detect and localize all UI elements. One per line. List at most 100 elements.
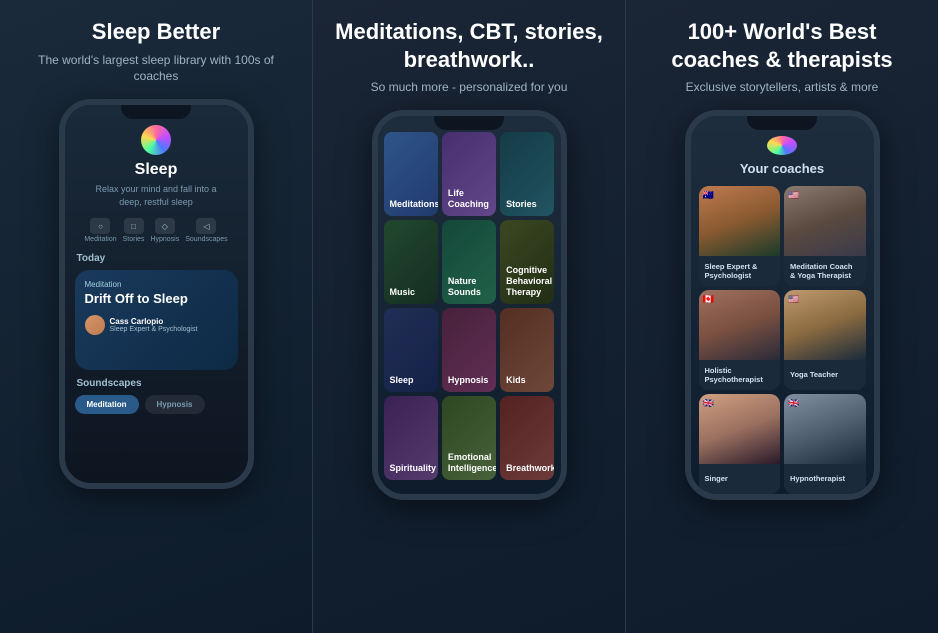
panel-3-header: 100+ World's Best coaches & therapists E… <box>642 18 922 96</box>
category-kids-label: Kids <box>506 375 526 386</box>
phone-3-notch <box>747 116 817 130</box>
flag-1: 🇦🇺 <box>703 190 717 200</box>
coach-card-footer-6: Hypnotherapist <box>784 464 866 494</box>
phone-2-mockup: Meditations Life Coaching Stories Music … <box>372 110 567 500</box>
coach-card-5[interactable]: 🇬🇧 Singer <box>699 394 781 494</box>
card-title: Drift Off to Sleep <box>85 291 228 307</box>
sleep-screen-title: Sleep <box>135 161 178 179</box>
meditation-icon: ○ <box>90 218 110 234</box>
category-breathwork-label: Breathwork <box>506 463 554 474</box>
category-emotional-label: Emotional Intelligence <box>448 452 496 474</box>
coach-card-footer-2: Meditation Coach & Yoga Therapist <box>784 256 866 286</box>
category-naturesounds-label: Nature Sounds <box>448 276 490 298</box>
category-kids[interactable]: Kids <box>500 308 554 392</box>
soundscape-tab-hypnosis[interactable]: Hypnosis <box>145 395 205 414</box>
coach-role-6: Hypnotherapist <box>790 474 845 483</box>
meditation-card[interactable]: Meditation Drift Off to Sleep Cass Carlo… <box>75 270 238 370</box>
flag-2: 🇺🇸 <box>788 190 802 200</box>
panel-1-header: Sleep Better The world's largest sleep l… <box>16 18 296 85</box>
panel-1-subtitle: The world's largest sleep library with 1… <box>16 52 296 86</box>
category-hypnosis[interactable]: Hypnosis <box>442 308 496 392</box>
coach-info: Cass Carlopio Sleep Expert & Psychologis… <box>110 317 198 333</box>
category-spirituality-label: Spirituality <box>390 463 437 474</box>
coach-card-4[interactable]: 🇺🇸 Yoga Teacher <box>784 290 866 390</box>
panel-coaches: 100+ World's Best coaches & therapists E… <box>626 0 938 633</box>
coach-photo-3: 🇨🇦 <box>699 290 781 360</box>
coach-photo-6: 🇬🇧 <box>784 394 866 464</box>
coach-card-footer-3: Holistic Psychotherapist <box>699 360 781 390</box>
categories-grid: Meditations Life Coaching Stories Music … <box>384 132 555 480</box>
coach-row: Cass Carlopio Sleep Expert & Psychologis… <box>85 315 228 335</box>
coach-card-1[interactable]: 🇦🇺 Sleep Expert & Psychologist <box>699 186 781 286</box>
phone-2-content: Meditations Life Coaching Stories Music … <box>378 116 561 494</box>
nav-tab-meditation[interactable]: ○ Meditation <box>84 218 116 243</box>
coach-card-3[interactable]: 🇨🇦 Holistic Psychotherapist <box>699 290 781 390</box>
coach-role-1: Sleep Expert & Psychologist <box>705 262 775 280</box>
nav-tab-soundscapes-label: Soundscapes <box>185 236 227 243</box>
category-spirituality[interactable]: Spirituality <box>384 396 438 480</box>
today-label: Today <box>65 253 106 264</box>
category-naturesounds[interactable]: Nature Sounds <box>442 220 496 304</box>
card-type-label: Meditation <box>85 280 228 289</box>
coach-card-2[interactable]: 🇺🇸 Meditation Coach & Yoga Therapist <box>784 186 866 286</box>
phone-1-mockup: Sleep Relax your mind and fall into a de… <box>59 99 254 489</box>
soundscapes-section-label: Soundscapes <box>65 378 142 389</box>
category-lifecoaching-label: Life Coaching <box>448 188 490 210</box>
orb-icon-3 <box>767 136 797 155</box>
soundscape-tabs-row: Meditation Hypnosis <box>75 395 238 414</box>
nav-tabs-row: ○ Meditation □ Stories ◇ Hypnosis ◁ Soun… <box>84 218 227 243</box>
orb-icon <box>141 125 171 155</box>
phone-3-mockup: Your coaches 🇦🇺 Sleep Expert & Psycholog… <box>685 110 880 500</box>
hypnosis-icon: ◇ <box>155 218 175 234</box>
phone-2-notch <box>434 116 504 130</box>
nav-tab-hypnosis[interactable]: ◇ Hypnosis <box>150 218 179 243</box>
category-music-label: Music <box>390 287 416 298</box>
panel-sleep: Sleep Better The world's largest sleep l… <box>0 0 312 633</box>
panel-categories: Meditations, CBT, stories, breathwork.. … <box>312 0 626 633</box>
coach-photo-5: 🇬🇧 <box>699 394 781 464</box>
category-emotional[interactable]: Emotional Intelligence <box>442 396 496 480</box>
panel-1-title: Sleep Better <box>16 18 296 46</box>
coach-card-footer-4: Yoga Teacher <box>784 360 866 390</box>
coach-card-footer-5: Singer <box>699 464 781 494</box>
soundscape-tab-meditation[interactable]: Meditation <box>75 395 139 414</box>
nav-tab-soundscapes[interactable]: ◁ Soundscapes <box>185 218 227 243</box>
category-stories[interactable]: Stories <box>500 132 554 216</box>
category-music[interactable]: Music <box>384 220 438 304</box>
panel-2-title: Meditations, CBT, stories, breathwork.. <box>329 18 609 73</box>
nav-tab-stories[interactable]: □ Stories <box>123 218 145 243</box>
panel-2-subtitle: So much more - personalized for you <box>329 79 609 96</box>
nav-tab-hypnosis-label: Hypnosis <box>150 236 179 243</box>
coach-role-4: Yoga Teacher <box>790 370 838 379</box>
flag-6: 🇬🇧 <box>788 398 802 408</box>
coach-role-3: Holistic Psychotherapist <box>705 366 775 384</box>
category-sleep[interactable]: Sleep <box>384 308 438 392</box>
coach-photo-1: 🇦🇺 <box>699 186 781 256</box>
coaches-label: Your coaches <box>740 161 824 176</box>
panel-2-header: Meditations, CBT, stories, breathwork.. … <box>329 18 609 96</box>
category-breathwork[interactable]: Breathwork <box>500 396 554 480</box>
coach-card-6[interactable]: 🇬🇧 Hypnotherapist <box>784 394 866 494</box>
coach-name: Cass Carlopio <box>110 317 198 326</box>
category-lifecoaching[interactable]: Life Coaching <box>442 132 496 216</box>
category-meditations[interactable]: Meditations <box>384 132 438 216</box>
phone-1-notch <box>121 105 191 119</box>
panel-3-title: 100+ World's Best coaches & therapists <box>642 18 922 73</box>
category-cbt[interactable]: Cognitive Behavioral Therapy <box>500 220 554 304</box>
category-meditations-label: Meditations <box>390 199 438 210</box>
flag-5: 🇬🇧 <box>703 398 717 408</box>
coach-avatar <box>85 315 105 335</box>
coach-role: Sleep Expert & Psychologist <box>110 326 198 333</box>
stories-icon: □ <box>124 218 144 234</box>
flag-3: 🇨🇦 <box>703 294 717 304</box>
panel-3-subtitle: Exclusive storytellers, artists & more <box>642 79 922 96</box>
nav-tab-stories-label: Stories <box>123 236 145 243</box>
sleep-screen-subtitle: Relax your mind and fall into a deep, re… <box>65 183 248 208</box>
phone-3-content: Your coaches 🇦🇺 Sleep Expert & Psycholog… <box>691 116 874 494</box>
category-stories-label: Stories <box>506 199 537 210</box>
phone-1-content: Sleep Relax your mind and fall into a de… <box>65 105 248 483</box>
category-sleep-label: Sleep <box>390 375 414 386</box>
soundscapes-icon: ◁ <box>196 218 216 234</box>
category-hypnosis-label: Hypnosis <box>448 375 489 386</box>
coaches-grid: 🇦🇺 Sleep Expert & Psychologist 🇺🇸 Medita… <box>699 186 866 494</box>
